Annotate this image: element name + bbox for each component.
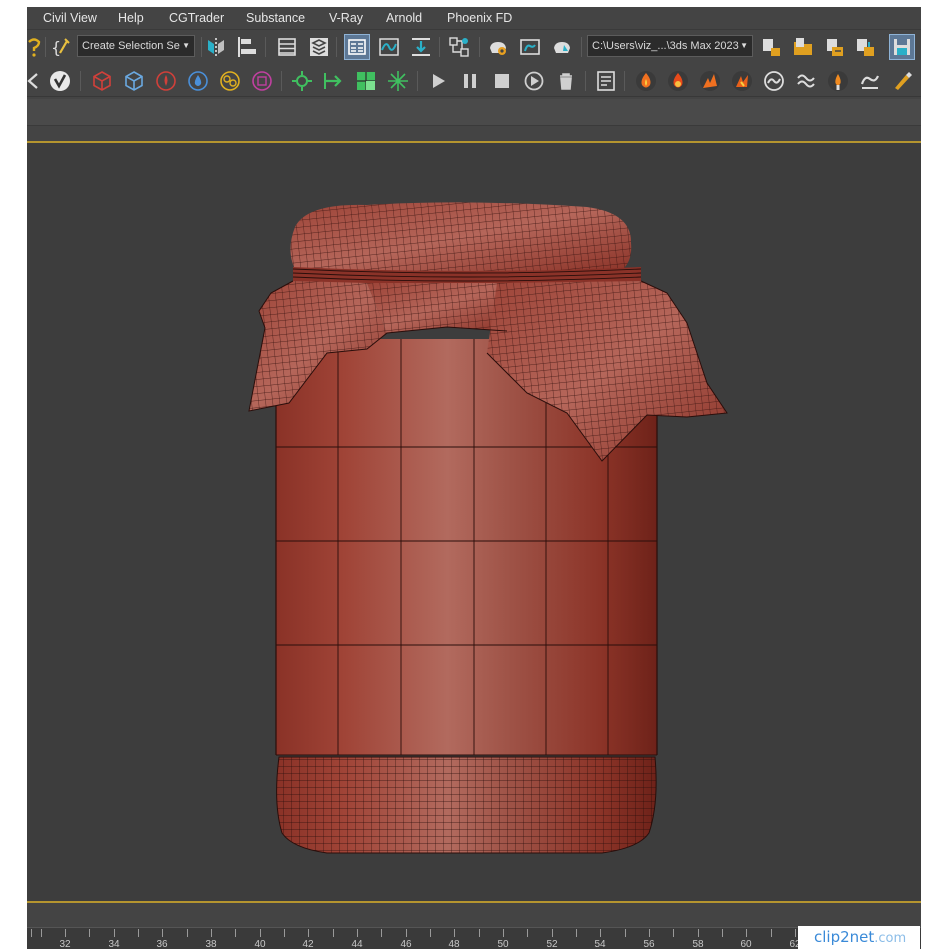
timeline-tick-label: 44 xyxy=(351,939,363,949)
menu-phoenix-fd[interactable]: Phoenix FD xyxy=(447,10,512,26)
mirror-icon[interactable] xyxy=(203,34,229,60)
autosave-icon[interactable] xyxy=(889,34,915,60)
chevron-down-icon: ▼ xyxy=(740,41,748,50)
timeline-tick-label: 32 xyxy=(59,939,71,949)
perspective-viewport[interactable] xyxy=(27,141,921,903)
svg-text:{: { xyxy=(51,38,61,57)
phoenix-explosion-icon[interactable] xyxy=(697,68,723,94)
stop-icon[interactable] xyxy=(489,68,515,94)
3ds-max-window: Civil View Help CGTrader Substance V-Ray… xyxy=(27,7,921,949)
vray-light-icon[interactable] xyxy=(289,68,315,94)
vray-scene-icon[interactable] xyxy=(121,68,147,94)
clip2net-watermark: clip2net.com xyxy=(798,926,920,949)
selection-set-dropdown[interactable]: Create Selection Se ▼ xyxy=(77,35,195,57)
timeline-tick-label: 54 xyxy=(594,939,606,949)
timeline-tick-label: 42 xyxy=(302,939,314,949)
timeline-tick-label: 60 xyxy=(740,939,752,949)
help-question-icon[interactable] xyxy=(27,34,47,60)
main-toolbar: { Create Selection Se ▼ C:\Users\viz_...\… xyxy=(27,31,921,62)
phoenix-burning-icon[interactable] xyxy=(729,68,755,94)
render-setup-icon[interactable] xyxy=(485,34,511,60)
align-icon[interactable] xyxy=(235,34,261,60)
material-editor-icon[interactable] xyxy=(446,34,472,60)
rendered-frame-window-icon[interactable] xyxy=(517,34,543,60)
timeline-tick-label: 50 xyxy=(497,939,509,949)
timeline-tick-label: 34 xyxy=(108,939,120,949)
vray-ies-light-icon[interactable] xyxy=(385,68,411,94)
vray-dome-light-icon[interactable] xyxy=(353,68,379,94)
chevron-down-icon: ▼ xyxy=(182,41,190,50)
timeline-tick-label: 46 xyxy=(400,939,412,949)
vray-water-icon[interactable] xyxy=(185,68,211,94)
resume-icon[interactable] xyxy=(521,68,547,94)
project-folder-settings-icon[interactable] xyxy=(822,34,848,60)
vray-logo-icon[interactable] xyxy=(47,68,73,94)
named-selection-edit-icon[interactable]: { xyxy=(47,34,73,60)
pause-icon[interactable] xyxy=(457,68,483,94)
menu-bar: Civil View Help CGTrader Substance V-Ray… xyxy=(27,7,921,30)
play-icon[interactable] xyxy=(425,68,451,94)
schematic-view-icon[interactable] xyxy=(408,34,434,60)
menu-substance[interactable]: Substance xyxy=(246,10,305,26)
timeline-tick-label: 40 xyxy=(254,939,266,949)
vray-proxy-icon[interactable] xyxy=(89,68,115,94)
phoenix-liquid-icon[interactable] xyxy=(857,68,883,94)
open-project-folder-icon[interactable] xyxy=(790,34,816,60)
vray-decal-icon[interactable] xyxy=(249,68,275,94)
jar-model xyxy=(248,202,728,854)
watermark-suffix: .com xyxy=(874,931,907,946)
menu-civil-view[interactable]: Civil View xyxy=(43,10,97,26)
render-production-icon[interactable] xyxy=(549,34,575,60)
menu-vray[interactable]: V-Ray xyxy=(329,10,363,26)
timeline-tick-label: 56 xyxy=(643,939,655,949)
chevron-left-icon[interactable] xyxy=(27,68,47,94)
vray-clipper-icon[interactable] xyxy=(217,68,243,94)
phoenix-foam-icon[interactable] xyxy=(793,68,819,94)
menu-help[interactable]: Help xyxy=(118,10,144,26)
phoenix-ocean-icon[interactable] xyxy=(761,68,787,94)
scene-explorer-icon[interactable] xyxy=(274,34,300,60)
menu-cgtrader[interactable]: CGTrader xyxy=(169,10,224,26)
phoenix-smoke-icon[interactable] xyxy=(665,68,691,94)
jar-base xyxy=(276,756,657,854)
watermark-brand: clip2net xyxy=(814,928,875,946)
phoenix-fire-icon[interactable] xyxy=(633,68,659,94)
phoenix-paint-icon[interactable] xyxy=(889,68,915,94)
menu-arnold[interactable]: Arnold xyxy=(386,10,422,26)
layer-explorer-icon[interactable] xyxy=(306,34,332,60)
timeline-tick-label: 48 xyxy=(448,939,460,949)
project-folder-new-icon[interactable] xyxy=(852,34,878,60)
timeline-ruler[interactable]: 32 34 36 38 40 42 44 46 48 50 52 54 56 5… xyxy=(27,927,921,949)
project-path-dropdown[interactable]: C:\Users\viz_...\3ds Max 2023 ▼ xyxy=(587,35,753,57)
timeline-tick-label: 58 xyxy=(692,939,704,949)
phoenix-candle-icon[interactable] xyxy=(825,68,851,94)
vray-fur-icon[interactable] xyxy=(153,68,179,94)
timeline-tick-label: 38 xyxy=(205,939,217,949)
toggle-ribbon-icon[interactable] xyxy=(344,34,370,60)
ribbon-panel xyxy=(27,99,921,126)
status-strip xyxy=(27,903,921,927)
vray-toolbar xyxy=(27,65,921,97)
curve-editor-icon[interactable] xyxy=(376,34,402,60)
frame-buffer-list-icon[interactable] xyxy=(593,68,619,94)
set-project-folder-icon[interactable] xyxy=(758,34,784,60)
trash-icon[interactable] xyxy=(553,68,579,94)
timeline-tick-label: 52 xyxy=(546,939,558,949)
ribbon-subpanel xyxy=(27,126,921,140)
timeline-tick-label: 36 xyxy=(156,939,168,949)
vray-sun-icon[interactable] xyxy=(321,68,347,94)
